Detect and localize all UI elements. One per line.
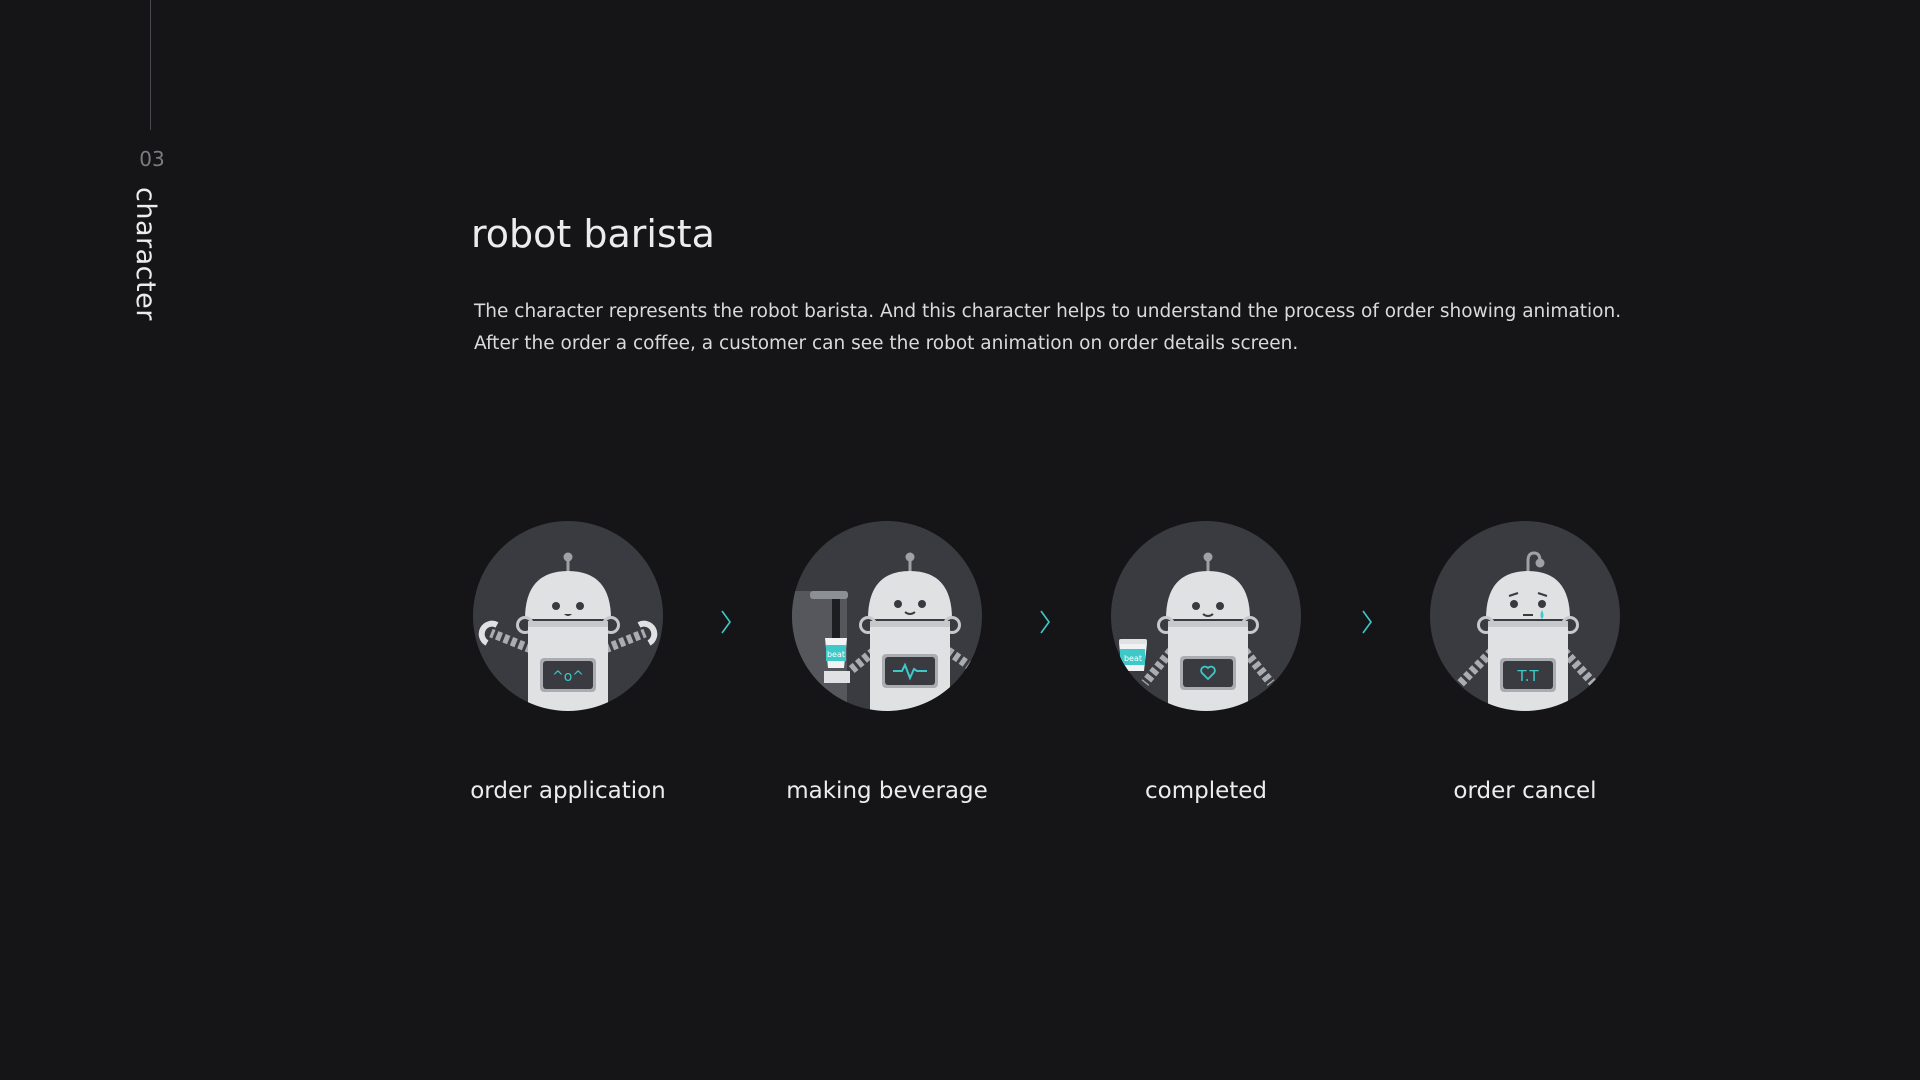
cup-text: beat — [1124, 654, 1142, 663]
step-making-beverage: beat making beverage — [786, 521, 988, 804]
chevron-right-icon — [1362, 610, 1372, 634]
description-line: After the order a coffee, a customer can… — [474, 333, 1299, 354]
robot-completed-icon: beat — [1111, 521, 1301, 711]
step-order-application: ^o^ order application — [470, 521, 666, 804]
step-completed: beat completed — [1111, 521, 1301, 804]
robot-sad-icon: T.T — [1430, 521, 1620, 711]
cup-text: beat — [827, 650, 845, 659]
robot-making-icon: beat — [792, 521, 982, 711]
description: The character represents the robot baris… — [474, 296, 1621, 360]
robot-screen-text: T.T — [1516, 667, 1539, 685]
step-label: order application — [470, 778, 666, 804]
robot-happy-icon: ^o^ — [473, 521, 663, 711]
section-label: character — [130, 187, 161, 321]
section-number: 03 — [139, 147, 165, 171]
side-divider — [150, 0, 151, 130]
step-label: order cancel — [1453, 778, 1597, 804]
chevron-right-icon — [721, 610, 731, 634]
chevron-right-icon — [1040, 610, 1050, 634]
step-label: completed — [1144, 778, 1268, 804]
step-label: making beverage — [786, 778, 988, 804]
robot-screen-text: ^o^ — [552, 669, 584, 685]
page-title: robot barista — [471, 212, 715, 256]
step-order-cancel: T.T order cancel — [1430, 521, 1620, 804]
description-line: The character represents the robot baris… — [474, 301, 1622, 322]
